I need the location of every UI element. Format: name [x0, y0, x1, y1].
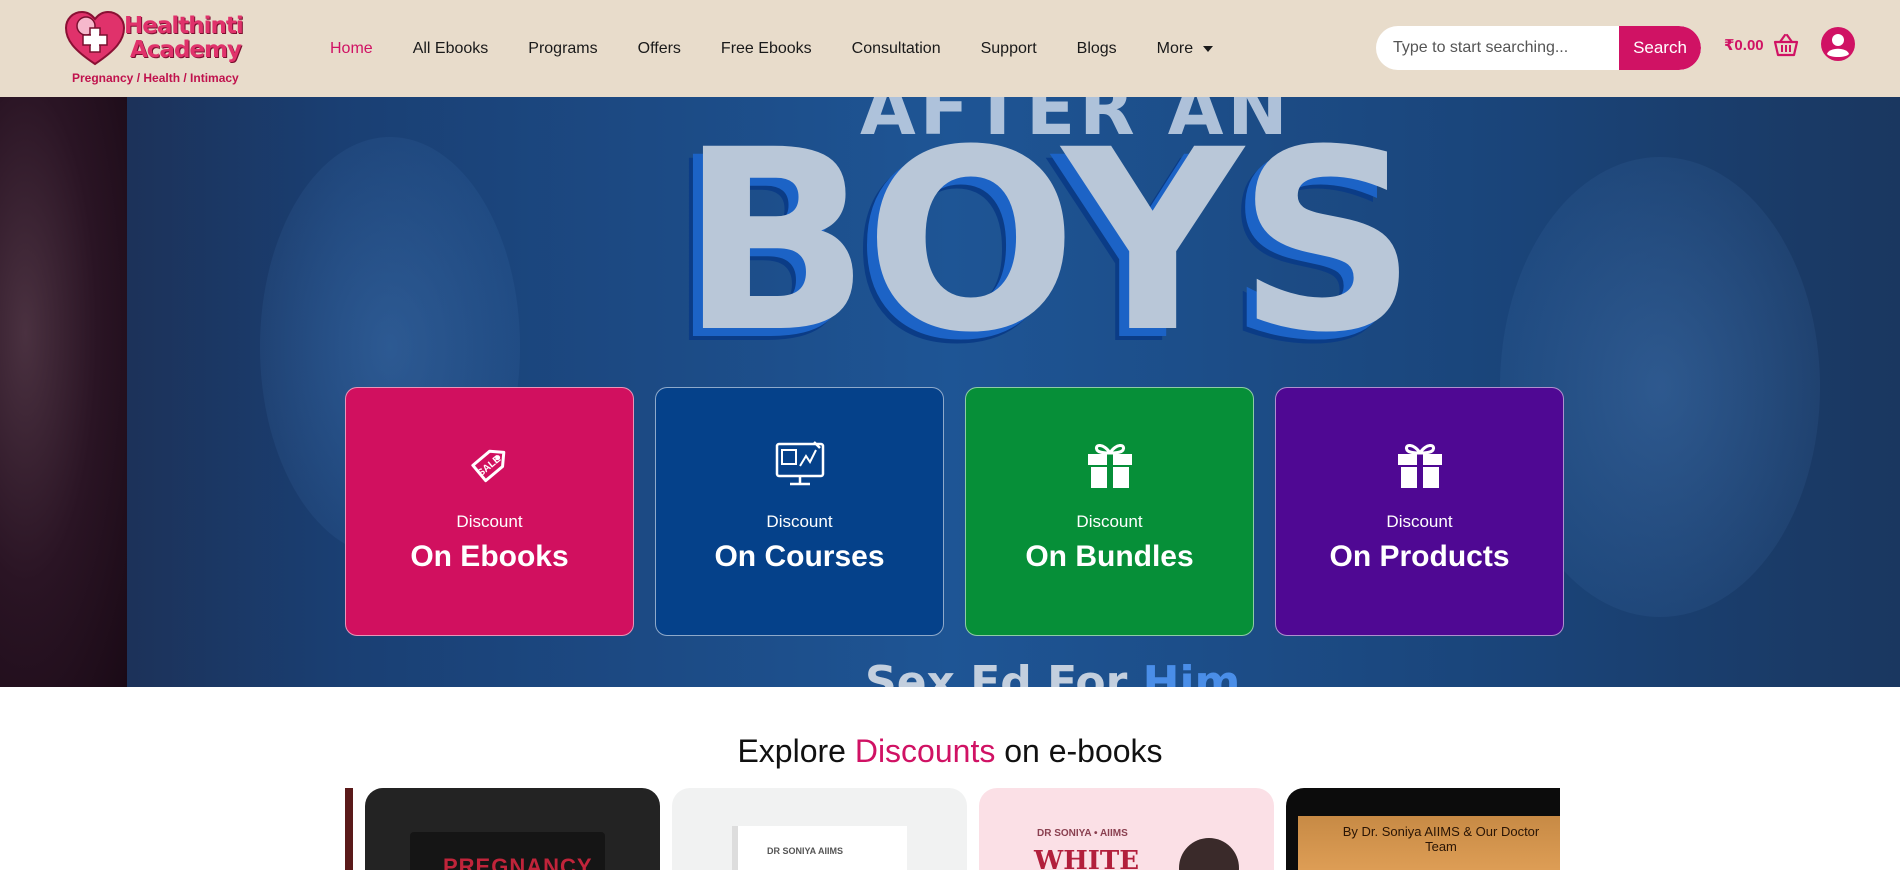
hero-bottom-text-prefix: Sex Ed For [865, 657, 1143, 687]
brand-title: Healthinti Academy [124, 13, 244, 63]
nav-item-all-ebooks[interactable]: All Ebooks [393, 40, 509, 58]
nav-item-home[interactable]: Home [310, 40, 393, 58]
book-cover-title: WHITE [1034, 846, 1140, 870]
nav-item-blogs[interactable]: Blogs [1057, 40, 1137, 58]
discount-card-courses[interactable]: Discount On Courses [655, 387, 944, 636]
card-label-small: Discount [766, 512, 833, 531]
book-card[interactable]: By Dr. Soniya AIIMS & Our Doctor Team [1286, 788, 1560, 870]
book-card-partial[interactable] [345, 788, 353, 870]
hero-banner: AFTER AN BOYS Sex Ed For Him SALE Discou… [0, 97, 1900, 687]
card-label-small: Discount [456, 512, 523, 531]
heart-cross-logo-icon [64, 10, 126, 66]
nav-item-more[interactable]: More [1137, 40, 1233, 58]
book-card[interactable]: DR SONIYA • AIIMS WHITE [979, 788, 1274, 870]
section-title-prefix: Explore [737, 733, 855, 769]
brand-tagline: Pregnancy / Health / Intimacy [72, 71, 239, 85]
book-cover-title: DR SONIYA AIIMS [767, 846, 844, 856]
nav-item-offers[interactable]: Offers [618, 40, 701, 58]
cart-button[interactable]: ₹0.00 [1724, 33, 1800, 57]
card-label-big: On Bundles [1025, 540, 1194, 573]
book-cover-title: By Dr. Soniya AIIMS & Our Doctor Team [1342, 824, 1540, 854]
book-cover-author: DR SONIYA • AIIMS [1037, 828, 1128, 839]
discount-card-ebooks[interactable]: SALE Discount On Ebooks [345, 387, 634, 636]
hero-bottom-text-highlight: Him [1142, 657, 1241, 687]
ebook-carousel: PREGNANCY DR SONIYA AIIMS DR SONIYA • AI… [345, 788, 1560, 870]
discount-card-bundles[interactable]: Discount On Bundles [965, 387, 1254, 636]
book-card[interactable]: DR SONIYA AIIMS [672, 788, 967, 870]
nav-item-support[interactable]: Support [961, 40, 1057, 58]
hero-side-image [0, 97, 127, 687]
book-card[interactable]: PREGNANCY [365, 788, 660, 870]
monitor-course-icon [775, 441, 824, 486]
card-label-big: On Courses [714, 540, 885, 573]
discount-cards: SALE Discount On Ebooks Discount On Cour… [345, 387, 1564, 636]
search-bar: Search [1376, 26, 1701, 70]
book-cover-photo [1179, 838, 1239, 870]
sale-tag-icon: SALE [470, 449, 505, 483]
nav-item-consultation[interactable]: Consultation [832, 40, 961, 58]
section-title-accent: Discounts [854, 733, 996, 769]
brand-logo[interactable]: Healthinti Academy Pregnancy / Health / … [62, 8, 252, 90]
search-input[interactable] [1376, 26, 1619, 70]
book-cover-title: PREGNANCY [443, 854, 593, 870]
discount-card-products[interactable]: Discount On Products [1275, 387, 1564, 636]
card-label-small: Discount [1076, 512, 1143, 531]
card-label-big: On Products [1329, 540, 1510, 573]
site-header: Healthinti Academy Pregnancy / Health / … [0, 0, 1900, 97]
cart-total: ₹0.00 [1724, 37, 1764, 54]
nav-item-more-label: More [1156, 39, 1194, 57]
basket-icon [1773, 33, 1798, 57]
search-button[interactable]: Search [1619, 26, 1701, 70]
nav-item-free-ebooks[interactable]: Free Ebooks [701, 40, 832, 58]
section-title: Explore Discounts on e-books [0, 733, 1900, 770]
card-label-big: On Ebooks [410, 540, 569, 573]
hero-headline: BOYS [680, 97, 1417, 387]
hero-bottom-text: Sex Ed For Him [865, 657, 1240, 687]
user-icon[interactable] [1820, 26, 1856, 62]
gift-icon [1397, 444, 1442, 488]
gift-icon [1087, 444, 1132, 488]
caret-down-icon [1203, 45, 1214, 52]
card-label-small: Discount [1386, 512, 1453, 531]
nav-item-programs[interactable]: Programs [508, 40, 617, 58]
main-nav: Home All Ebooks Programs Offers Free Ebo… [310, 0, 1233, 97]
section-title-suffix: on e-books [995, 733, 1163, 769]
